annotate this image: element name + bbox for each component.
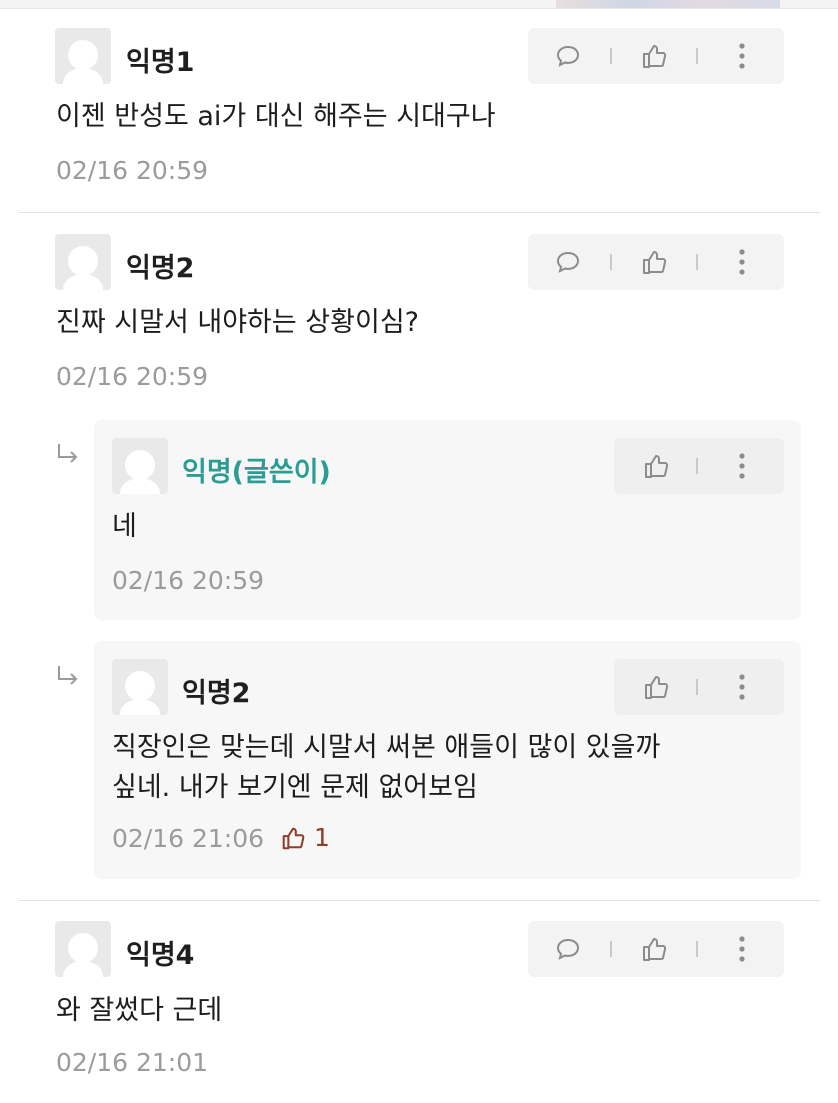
reply-text-line-2: 싶네. 내가 보기엔 문제 없어보임 bbox=[112, 772, 478, 803]
separator bbox=[610, 941, 612, 957]
speech-bubble-icon bbox=[556, 45, 580, 67]
divider bbox=[18, 900, 820, 901]
like-button[interactable] bbox=[636, 38, 672, 74]
like-button[interactable] bbox=[638, 448, 674, 484]
kebab-menu-icon bbox=[739, 453, 745, 479]
thumbs-up-icon bbox=[643, 251, 667, 274]
separator bbox=[696, 941, 698, 957]
comment-actions bbox=[528, 28, 784, 84]
kebab-menu-icon bbox=[739, 249, 745, 275]
comment-actions bbox=[528, 234, 784, 290]
reply-actions bbox=[614, 438, 784, 494]
avatar bbox=[112, 438, 168, 494]
reply-item: 익명(글쓴이) 네 02/16 20:59 bbox=[94, 420, 801, 620]
speech-bubble-icon bbox=[556, 938, 580, 960]
more-options-button[interactable] bbox=[724, 448, 760, 484]
reply-date: 02/16 20:59 bbox=[112, 566, 265, 595]
like-button[interactable] bbox=[638, 669, 674, 705]
reply-actions bbox=[614, 659, 784, 715]
comment-actions bbox=[528, 921, 784, 977]
separator bbox=[610, 48, 612, 64]
previous-image-thumbnail bbox=[556, 0, 780, 8]
reply-arrow-icon bbox=[58, 444, 78, 463]
reply-author: 익명2 bbox=[182, 678, 251, 709]
kebab-menu-icon bbox=[739, 43, 745, 69]
comment-author: 익명1 bbox=[126, 47, 195, 78]
like-count-value: 1 bbox=[314, 823, 330, 852]
comment-date: 02/16 21:01 bbox=[56, 1048, 209, 1077]
reply-comment-button[interactable] bbox=[550, 931, 586, 967]
more-options-button[interactable] bbox=[724, 669, 760, 705]
separator bbox=[696, 48, 698, 64]
more-options-button[interactable] bbox=[724, 38, 760, 74]
more-options-button[interactable] bbox=[724, 244, 760, 280]
separator bbox=[696, 679, 698, 695]
thumbs-up-icon bbox=[645, 455, 669, 478]
comment-date: 02/16 20:59 bbox=[56, 156, 209, 185]
speech-bubble-icon bbox=[556, 251, 580, 273]
reply-comment-button[interactable] bbox=[550, 38, 586, 74]
comment-text: 진짜 시말서 내야하는 상황이심? bbox=[56, 307, 419, 338]
reply-text: 네 bbox=[112, 511, 137, 542]
separator bbox=[696, 254, 698, 270]
reply-arrow-icon bbox=[58, 666, 78, 685]
divider bbox=[18, 212, 820, 213]
separator bbox=[696, 458, 698, 474]
thumbs-up-icon bbox=[282, 827, 305, 849]
thumbs-up-icon bbox=[643, 45, 667, 68]
like-button[interactable] bbox=[636, 931, 672, 967]
kebab-menu-icon bbox=[739, 674, 745, 700]
thumbs-up-icon bbox=[643, 938, 667, 961]
avatar bbox=[55, 234, 111, 290]
comment-author: 익명2 bbox=[126, 253, 195, 284]
separator bbox=[610, 254, 612, 270]
comment-text: 와 잘썼다 근데 bbox=[56, 995, 223, 1026]
comment-date: 02/16 20:59 bbox=[56, 362, 209, 391]
more-options-button[interactable] bbox=[724, 931, 760, 967]
like-button[interactable] bbox=[636, 244, 672, 280]
kebab-menu-icon bbox=[739, 936, 745, 962]
reply-comment-button[interactable] bbox=[550, 244, 586, 280]
reply-author-writer: 익명(글쓴이) bbox=[182, 457, 331, 488]
comment-text: 이젠 반성도 ai가 대신 해주는 시대구나 bbox=[56, 101, 496, 132]
thumbs-up-icon bbox=[645, 676, 669, 699]
reply-date: 02/16 21:06 bbox=[112, 824, 265, 853]
like-count: 1 bbox=[280, 823, 330, 852]
avatar bbox=[112, 659, 168, 715]
reply-item: 익명2 직장인은 맞는데 시말서 써본 애들이 많이 있을까 싶네. 내가 보기… bbox=[94, 641, 801, 879]
avatar bbox=[55, 921, 111, 977]
reply-text-line-1: 직장인은 맞는데 시말서 써본 애들이 많이 있을까 bbox=[112, 732, 661, 763]
comment-author: 익명4 bbox=[126, 940, 195, 971]
avatar bbox=[55, 28, 111, 84]
